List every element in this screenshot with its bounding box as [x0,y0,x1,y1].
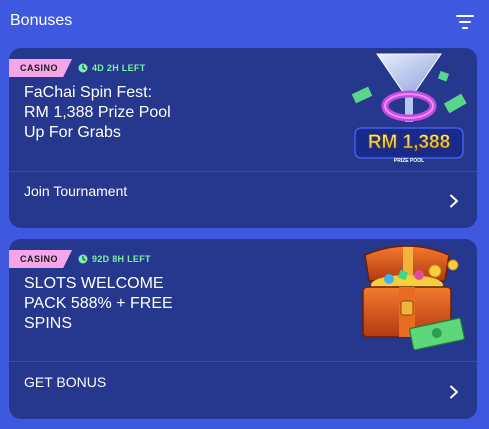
clock-icon [78,254,88,264]
card-divider [9,361,477,362]
bonus-card-welcome-pack[interactable]: CASINO 92D 8H LEFT SLOTS WELCOME PACK 58… [9,239,477,419]
chevron-right-icon [450,385,458,399]
time-left: 92D 8H LEFT [78,254,151,264]
action-label: GET BONUS [24,374,107,390]
time-left: 4D 2H LEFT [78,63,146,73]
bonus-card-tournament[interactable]: CASINO 4D 2H LEFT FaChai Spin Fest: RM 1… [9,48,477,228]
filter-button[interactable] [456,14,474,30]
page-title: Bonuses [10,12,73,29]
get-bonus-button[interactable]: GET BONUS [9,363,477,419]
category-tag: CASINO [9,250,73,268]
art-subtext: PRIZE POOL [394,158,424,164]
art-amount-text: RM 1,388 [368,132,450,153]
filter-lines-icon [456,15,474,29]
category-tag: CASINO [9,59,73,77]
time-left-text: 92D 8H LEFT [92,254,151,264]
card-title: FaChai Spin Fest: RM 1,388 Prize Pool Up… [24,84,171,141]
prize-pool-trophy-image: RM 1,388 PRIZE POOL [351,53,467,164]
page-header: Bonuses [0,0,489,44]
chevron-right-icon [450,194,458,208]
time-left-text: 4D 2H LEFT [92,63,146,73]
treasure-chest-image [362,245,465,351]
action-label: Join Tournament [24,183,128,199]
card-title: SLOTS WELCOME PACK 588% + FREE SPINS [24,275,173,332]
clock-icon [78,63,88,73]
join-tournament-button[interactable]: Join Tournament [9,172,477,228]
